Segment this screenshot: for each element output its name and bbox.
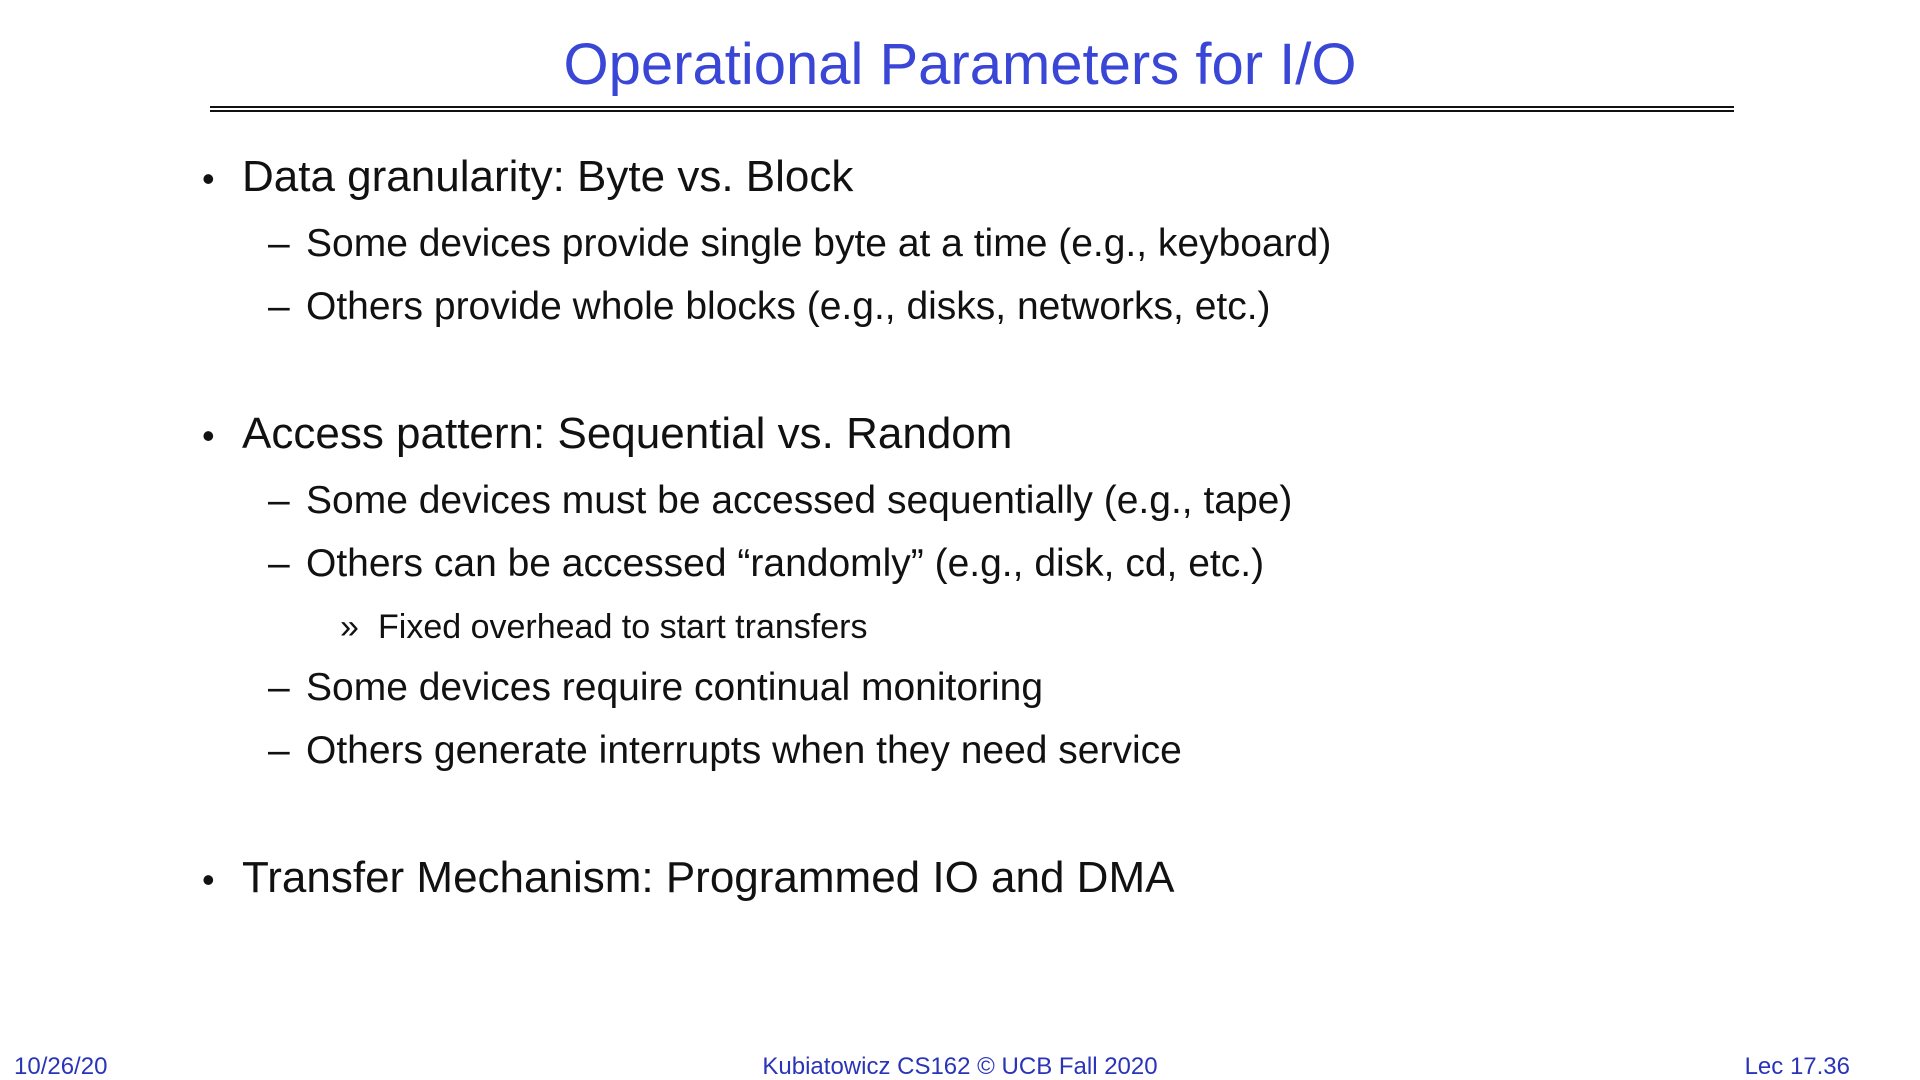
sub-bullet-text: Some devices require continual monitorin… <box>306 666 1044 709</box>
dash-marker: – <box>268 479 290 522</box>
footer-date: 10/26/20 <box>14 1053 108 1080</box>
sub-bullet-text: Others provide whole blocks (e.g., disks… <box>306 285 1271 328</box>
bullet-marker: • <box>202 158 215 199</box>
slide-body: • Data granularity: Byte vs. Block – Some … <box>0 0 1920 1080</box>
bullet-text: Transfer Mechanism: Programmed IO and DM… <box>242 853 1175 902</box>
sub-bullet-text: Some devices must be accessed sequential… <box>306 479 1293 522</box>
bullet-item: • Access pattern: Sequential vs. Random <box>202 407 1012 463</box>
dash-marker: – <box>268 542 290 585</box>
bullet-item: • Data granularity: Byte vs. Block <box>202 150 853 206</box>
sub-bullet-item: – Some devices require continual monitori… <box>268 663 1043 713</box>
dash-marker: – <box>268 666 290 709</box>
bullet-marker: • <box>202 415 215 456</box>
sub-bullet-item: – Others provide whole blocks (e.g., disk… <box>268 282 1271 332</box>
sub-bullet-text: Others generate interrupts when they nee… <box>306 729 1182 772</box>
dash-marker: – <box>268 285 290 328</box>
sub-bullet-item: – Some devices must be accessed sequentia… <box>268 476 1292 526</box>
sub-bullet-item: – Others can be accessed “randomly” (e.g.… <box>268 539 1264 589</box>
dash-marker: – <box>268 729 290 772</box>
sub-bullet-text: Others can be accessed “randomly” (e.g.,… <box>306 542 1265 585</box>
chevron-marker: » <box>340 608 359 646</box>
dash-marker: – <box>268 222 290 265</box>
sub-bullet-item: – Others generate interrupts when they ne… <box>268 726 1182 776</box>
sub-bullet-text: Some devices provide single byte at a ti… <box>306 222 1332 265</box>
bullet-item: • Transfer Mechanism: Programmed IO and D… <box>202 851 1174 907</box>
sub-sub-bullet-text: Fixed overhead to start transfers <box>378 608 868 646</box>
sub-bullet-item: – Some devices provide single byte at a t… <box>268 219 1331 269</box>
footer-lecture-number: Lec 17.36 <box>1744 1053 1850 1080</box>
bullet-text: Data granularity: Byte vs. Block <box>242 152 854 201</box>
bullet-text: Access pattern: Sequential vs. Random <box>242 409 1013 458</box>
bullet-marker: • <box>202 859 215 900</box>
sub-sub-bullet-item: » Fixed overhead to start transfers <box>340 605 867 649</box>
footer-course: Kubiatowicz CS162 © UCB Fall 2020 <box>762 1053 1158 1080</box>
